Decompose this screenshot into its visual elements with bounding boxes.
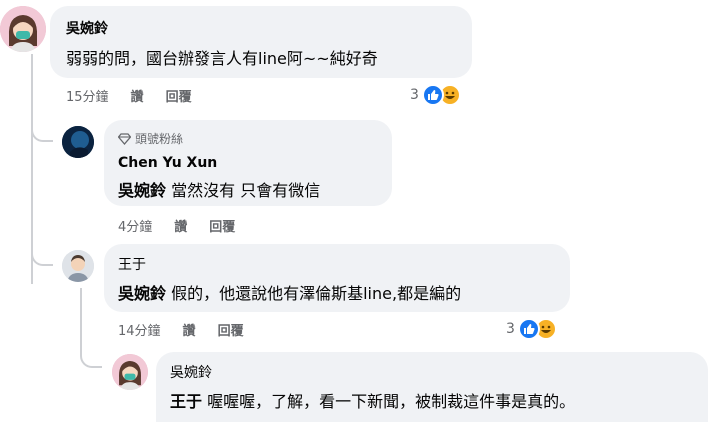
comment-actions: 15分鐘 讚 回覆 [66, 86, 214, 105]
like-icon [517, 318, 540, 340]
comment-text: 王于 喔喔喔，了解，看一下新聞，被制裁這件事是真的。 [170, 388, 694, 412]
like-button[interactable]: 讚 [131, 86, 144, 105]
avatar[interactable] [62, 250, 94, 282]
like-button[interactable]: 讚 [174, 216, 187, 235]
comment-body: 當然沒有 只會有微信 [171, 181, 321, 200]
reply-button[interactable]: 回覆 [218, 320, 244, 339]
thread-line [80, 288, 82, 346]
avatar[interactable] [112, 354, 148, 390]
comment-bubble: 王于 吳婉鈴 假的，他還說他有澤倫斯基line,都是編的 [104, 244, 570, 312]
mention-link[interactable]: 吳婉鈴 [118, 181, 166, 200]
avatar[interactable] [0, 6, 46, 52]
comment-author[interactable]: 吳婉鈴 [66, 18, 456, 38]
like-button[interactable]: 讚 [183, 320, 196, 339]
mention-link[interactable]: 王于 [170, 392, 202, 411]
comment-author[interactable]: 王于 [118, 254, 556, 274]
reply-button[interactable]: 回覆 [166, 86, 192, 105]
avatar[interactable] [62, 126, 94, 158]
comment-author[interactable]: 吳婉鈴 [170, 362, 694, 382]
thread-connector [80, 344, 102, 368]
reaction-summary[interactable]: 3 [506, 318, 557, 340]
comment-bubble: 吳婉鈴 弱弱的問，國台辦發言人有line阿~~純好奇 [50, 6, 472, 78]
woman-avatar-icon [0, 6, 46, 52]
comment-text: 吳婉鈴 假的，他還說他有澤倫斯基line,都是編的 [118, 280, 556, 304]
comment-time[interactable]: 14分鐘 [118, 320, 161, 339]
comment-time[interactable]: 15分鐘 [66, 86, 109, 105]
diamond-icon [118, 132, 131, 145]
comment-bubble: 頭號粉絲 Chen Yu Xun 吳婉鈴 當然沒有 只會有微信 [104, 120, 392, 206]
comment-body: 喔喔喔，了解，看一下新聞，被制裁這件事是真的。 [207, 392, 576, 411]
reaction-summary[interactable]: 3 [410, 84, 461, 106]
comment-text: 弱弱的問，國台辦發言人有line阿~~純好奇 [66, 49, 378, 68]
man-avatar-icon [62, 250, 94, 282]
comment-text: 吳婉鈴 當然沒有 只會有微信 [118, 177, 378, 201]
thread-connector [31, 118, 53, 142]
reaction-count: 3 [506, 321, 515, 337]
like-icon [421, 84, 444, 106]
thread-connector [31, 242, 53, 266]
comment-bubble: 吳婉鈴 王于 喔喔喔，了解，看一下新聞，被制裁這件事是真的。 [156, 352, 708, 422]
comment-author[interactable]: Chen Yu Xun [118, 155, 378, 171]
mention-link[interactable]: 吳婉鈴 [118, 284, 166, 303]
top-fan-badge: 頭號粉絲 [118, 130, 378, 147]
reply-button[interactable]: 回覆 [209, 216, 235, 235]
reaction-count: 3 [410, 87, 419, 103]
badge-label: 頭號粉絲 [135, 132, 184, 146]
photo-avatar-icon [62, 126, 94, 158]
woman-avatar-icon [112, 354, 148, 390]
comment-actions: 14分鐘 讚 回覆 [118, 320, 266, 339]
comment-time[interactable]: 4分鐘 [118, 216, 152, 235]
comment-actions: 4分鐘 讚 回覆 [118, 216, 257, 235]
comment-body: 假的，他還說他有澤倫斯基line,都是編的 [171, 284, 462, 303]
